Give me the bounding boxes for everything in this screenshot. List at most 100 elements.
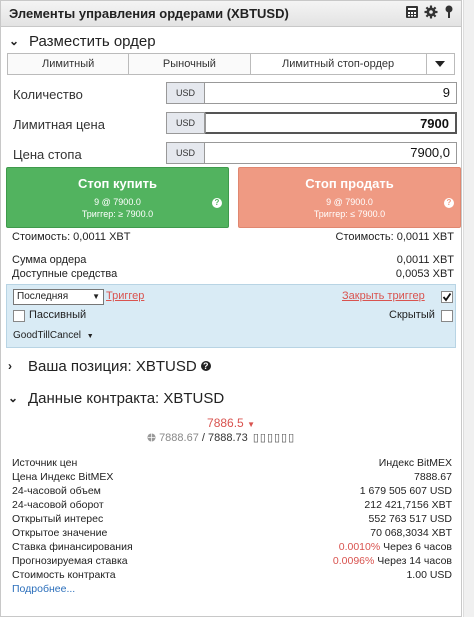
gear-icon[interactable] bbox=[424, 5, 438, 19]
stat-row: Открытое значение 70 068,3034 XBT bbox=[12, 526, 452, 540]
available-value: 0,0053 XBT bbox=[395, 268, 454, 280]
contract-heading: Данные контракта: XBTUSD bbox=[28, 389, 225, 407]
trigger-type-value: Последняя bbox=[17, 291, 69, 302]
globe-icon bbox=[147, 432, 159, 444]
position-heading: Ваша позиция: XBTUSD bbox=[28, 357, 197, 375]
stop-price-unit: USD bbox=[166, 142, 205, 164]
stat-value: 0.0010% Через 6 часов bbox=[339, 540, 452, 554]
info-icon[interactable]: ? bbox=[200, 361, 211, 371]
available-label: Доступные средства bbox=[12, 268, 118, 280]
stat-row: Ставка финансирования 0.0010% Через 6 час… bbox=[12, 540, 452, 554]
more-link[interactable]: Подробнее... bbox=[12, 582, 75, 596]
stat-row: Прогнозируемая ставка 0.0096% Через 14 ча… bbox=[12, 554, 452, 568]
stat-key: Цена Индекс BitMEX bbox=[12, 471, 114, 483]
chevron-down-icon: ⌄ bbox=[9, 34, 20, 48]
stat-row: Открытый интерес 552 763 517 USD bbox=[12, 512, 452, 526]
stop-buy-qty: 9 @ 7900.0 bbox=[94, 197, 141, 207]
stat-row: 24-часовой оборот 212 421,7156 XBT bbox=[12, 498, 452, 512]
stat-row: Стоимость контракта 1.00 USD bbox=[12, 568, 452, 582]
stat-value: 212 421,7156 XBT bbox=[364, 499, 452, 511]
stat-row: 24-часовой объем 1 679 505 607 USD bbox=[12, 484, 452, 498]
stat-value: 552 763 517 USD bbox=[368, 513, 452, 525]
tab-limit[interactable]: Лимитный bbox=[8, 54, 130, 74]
close-trigger-link[interactable]: Закрыть триггер bbox=[342, 290, 425, 302]
caret-down-icon bbox=[435, 61, 446, 67]
stop-sell-label: Стоп продать bbox=[305, 176, 394, 191]
order-options-box: Последняя ▼ Триггер Закрыть триггер Пасс… bbox=[6, 284, 456, 348]
last-price: 7886.5 ▼ bbox=[0, 416, 462, 430]
stop-price-row: Цена стопа USD 7900,0 bbox=[1, 139, 461, 169]
stat-key: 24-часовой объем bbox=[12, 485, 101, 497]
limit-price-row: Лимитная цена USD 7900 bbox=[1, 109, 461, 139]
place-order-header[interactable]: ⌄ Разместить ордер bbox=[1, 29, 461, 53]
caret-down-icon: ▼ bbox=[86, 333, 94, 340]
time-in-force-select[interactable]: GoodTillCancel ▼ bbox=[13, 330, 94, 341]
stop-sell-button[interactable]: Стоп продать 9 @ 7900.0 Триггер: ≤ 7900.… bbox=[238, 167, 461, 228]
quantity-row: Количество USD 9 bbox=[1, 79, 461, 109]
chevron-down-icon: ⌄ bbox=[8, 391, 19, 405]
place-order-heading: Разместить ордер bbox=[29, 32, 156, 50]
passive-label: Пассивный bbox=[29, 309, 87, 321]
checkmark-icon bbox=[442, 292, 452, 302]
tab-stop-limit[interactable]: Лимитный стоп-ордер bbox=[250, 54, 427, 74]
stop-buy-button[interactable]: Стоп купить 9 @ 7900.0 Триггер: ≥ 7900.0… bbox=[6, 167, 229, 228]
sparkline-icon: ▯▯▯▯▯▯ bbox=[252, 432, 296, 444]
scrollbar[interactable] bbox=[463, 0, 474, 617]
position-header[interactable]: › Ваша позиция: XBTUSD ? bbox=[0, 354, 211, 378]
pin-icon[interactable] bbox=[443, 5, 455, 19]
stat-row: Источник цен Индекс BitMEX bbox=[12, 456, 452, 470]
funding-time: Через 6 часов bbox=[383, 541, 452, 553]
calculator-icon[interactable] bbox=[405, 5, 419, 19]
time-in-force-value: GoodTillCancel bbox=[13, 330, 81, 341]
quantity-label: Количество bbox=[13, 87, 83, 102]
stop-price-input[interactable]: 7900,0 bbox=[205, 142, 457, 164]
limit-price-input[interactable]: 7900 bbox=[205, 112, 457, 134]
stop-buy-label: Стоп купить bbox=[78, 176, 157, 191]
order-type-dropdown[interactable] bbox=[426, 54, 454, 74]
stat-row: Цена Индекс BitMEX 7888.67 bbox=[12, 470, 452, 484]
stop-sell-qty: 9 @ 7900.0 bbox=[326, 197, 373, 207]
help-icon[interactable]: ? bbox=[444, 198, 454, 208]
funding-rate: 0.0010% bbox=[338, 541, 381, 553]
quantity-unit: USD bbox=[166, 82, 205, 104]
stat-value: 0.0096% Через 14 часов bbox=[333, 554, 452, 568]
predicted-time: Через 14 часов bbox=[377, 555, 452, 567]
panel-titlebar: Элементы управления ордерами (XBTUSD) bbox=[1, 1, 461, 27]
stat-value: 70 068,3034 XBT bbox=[370, 527, 452, 539]
hidden-checkbox[interactable] bbox=[441, 310, 453, 322]
predicted-rate: 0.0096% bbox=[332, 555, 375, 567]
passive-checkbox[interactable] bbox=[13, 310, 25, 322]
trigger-link[interactable]: Триггер bbox=[106, 290, 144, 302]
stat-value: 1 679 505 607 USD bbox=[359, 485, 452, 497]
more-row: Подробнее... bbox=[12, 582, 452, 596]
ask-price: 7888.73 bbox=[208, 432, 248, 444]
stop-price-label: Цена стопа bbox=[13, 147, 82, 162]
stat-key: Стоимость контракта bbox=[12, 569, 116, 581]
order-sum-value: 0,0011 XBT bbox=[396, 254, 454, 266]
stat-key: Источник цен bbox=[12, 457, 78, 469]
contract-header[interactable]: ⌄ Данные контракта: XBTUSD bbox=[0, 386, 224, 410]
hidden-label: Скрытый bbox=[389, 309, 435, 321]
stat-key: Ставка финансирования bbox=[12, 541, 133, 553]
last-price-value: 7886.5 bbox=[207, 416, 244, 430]
stat-value: 1.00 USD bbox=[406, 569, 452, 581]
chevron-right-icon: › bbox=[8, 359, 12, 373]
tab-market[interactable]: Рыночный bbox=[129, 54, 251, 74]
panel-title: Элементы управления ордерами (XBTUSD) bbox=[9, 6, 289, 21]
sell-cost: Стоимость: 0,0011 XBT bbox=[335, 231, 454, 243]
help-icon[interactable]: ? bbox=[212, 198, 222, 208]
order-sum-label: Сумма ордера bbox=[12, 254, 87, 266]
bid-price: 7888.67 bbox=[159, 432, 199, 444]
close-trigger-checkbox[interactable] bbox=[441, 291, 453, 303]
caret-down-icon: ▼ bbox=[92, 292, 100, 301]
trigger-type-select[interactable]: Последняя ▼ bbox=[13, 289, 104, 305]
stat-key: Открытый интерес bbox=[12, 513, 104, 525]
stat-value: Индекс BitMEX bbox=[378, 457, 452, 469]
quantity-input[interactable]: 9 bbox=[205, 82, 457, 104]
arrow-down-icon: ▼ bbox=[247, 420, 255, 429]
stat-value: 7888.67 bbox=[414, 471, 452, 483]
stop-sell-trigger: Триггер: ≤ 7900.0 bbox=[313, 209, 386, 219]
stop-buy-trigger: Триггер: ≥ 7900.0 bbox=[81, 209, 154, 219]
limit-price-label: Лимитная цена bbox=[13, 117, 105, 132]
order-type-tabs: Лимитный Рыночный Лимитный стоп-ордер bbox=[7, 53, 455, 75]
